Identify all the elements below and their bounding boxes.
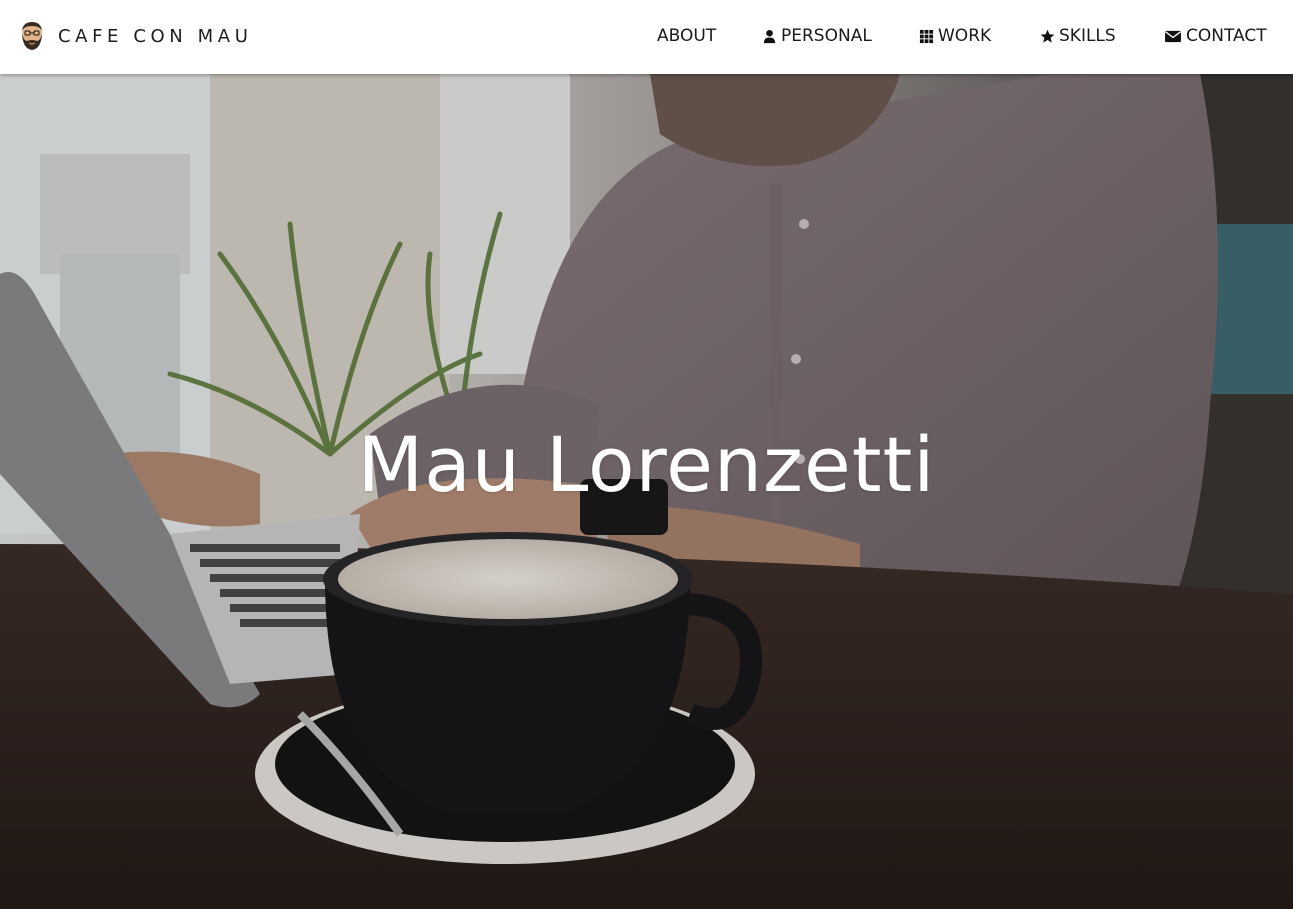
navbar: CAFE CON MAU ABOUT PERSONAL WORK SKILLS … bbox=[0, 0, 1293, 74]
star-icon bbox=[1040, 29, 1055, 43]
brand-link[interactable]: CAFE CON MAU bbox=[18, 17, 252, 55]
brand-name: CAFE CON MAU bbox=[58, 25, 253, 47]
nav-about[interactable]: ABOUT bbox=[657, 24, 716, 48]
bearded-man-avatar-icon bbox=[22, 22, 42, 50]
nav-work[interactable]: WORK bbox=[919, 24, 991, 48]
hero-section: Mau Lorenzetti bbox=[0, 74, 1293, 909]
nav-about-label: ABOUT bbox=[657, 26, 717, 46]
nav-contact[interactable]: CONTACT bbox=[1164, 24, 1267, 48]
nav-skills[interactable]: SKILLS bbox=[1040, 24, 1116, 48]
nav-personal[interactable]: PERSONAL bbox=[762, 24, 872, 48]
nav-work-label: WORK bbox=[938, 26, 992, 46]
hero-title: Mau Lorenzetti bbox=[357, 420, 936, 509]
envelope-icon bbox=[1165, 30, 1181, 42]
grid-icon bbox=[919, 29, 934, 43]
nav-contact-label: CONTACT bbox=[1186, 26, 1267, 46]
nav-personal-label: PERSONAL bbox=[781, 26, 872, 46]
user-icon bbox=[763, 29, 776, 43]
nav-skills-label: SKILLS bbox=[1059, 26, 1116, 46]
